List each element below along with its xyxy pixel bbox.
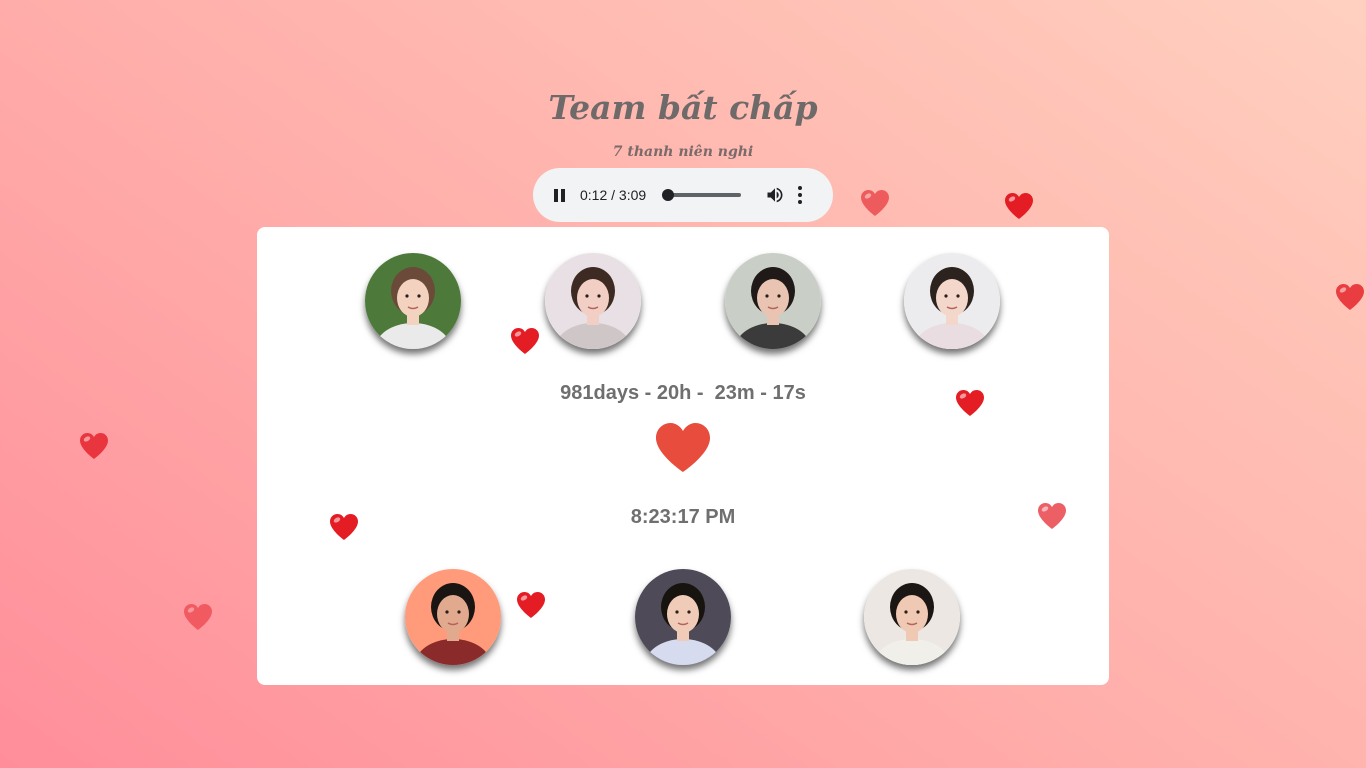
floating-heart-icon xyxy=(956,390,984,416)
avatar-portrait xyxy=(725,253,821,349)
floating-heart-icon xyxy=(511,328,539,354)
floating-heart-icon xyxy=(330,514,358,540)
floating-heart-icon xyxy=(861,190,889,216)
member-avatar xyxy=(405,569,501,665)
heart-icon xyxy=(656,423,710,472)
team-card: 981days - 20h - 23m - 17s 8:23:17 PM xyxy=(257,227,1109,685)
pause-icon[interactable] xyxy=(551,187,567,203)
volume-icon[interactable] xyxy=(765,185,785,205)
audio-progress-thumb[interactable] xyxy=(662,189,675,201)
audio-progress-bar[interactable] xyxy=(662,189,742,201)
floating-heart-icon xyxy=(184,604,212,630)
avatar-portrait xyxy=(904,253,1000,349)
more-vert-icon[interactable] xyxy=(797,185,803,205)
member-avatar xyxy=(864,569,960,665)
member-avatar xyxy=(725,253,821,349)
member-avatar xyxy=(635,569,731,665)
avatar-portrait xyxy=(405,569,501,665)
page-subtitle: 7 thanh niên nghi xyxy=(612,144,754,160)
avatar-portrait xyxy=(635,569,731,665)
floating-heart-icon xyxy=(517,592,545,618)
member-avatar xyxy=(545,253,641,349)
floating-heart-icon xyxy=(80,433,108,459)
floating-heart-icon xyxy=(1038,503,1066,529)
avatar-portrait xyxy=(864,569,960,665)
floating-heart-icon xyxy=(1336,284,1364,310)
avatar-portrait xyxy=(365,253,461,349)
member-avatar xyxy=(904,253,1000,349)
avatar-portrait xyxy=(545,253,641,349)
page-title: Team bất chấp xyxy=(548,88,818,127)
audio-player[interactable]: 0:12 / 3:09 xyxy=(533,168,833,222)
member-avatar xyxy=(365,253,461,349)
floating-heart-icon xyxy=(1005,193,1033,219)
current-time: 8:23:17 PM xyxy=(630,506,736,528)
audio-time: 0:12 / 3:09 xyxy=(580,187,647,203)
